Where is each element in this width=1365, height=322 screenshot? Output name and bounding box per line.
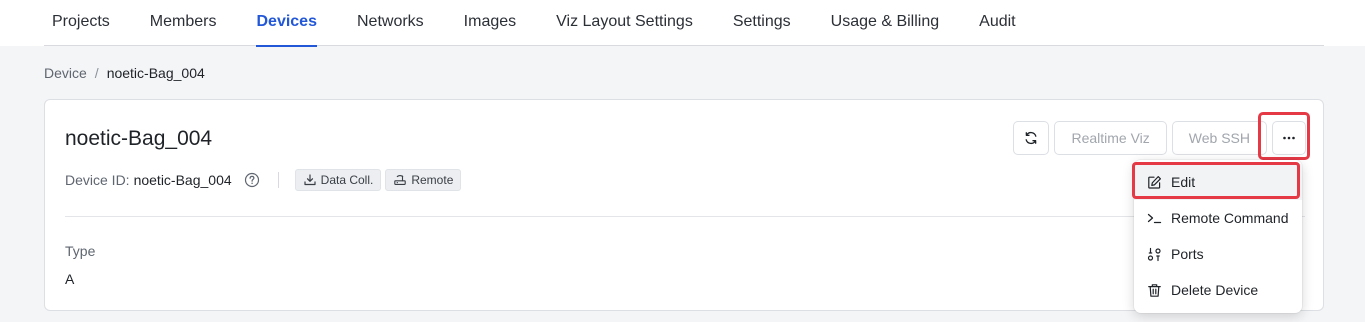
ports-icon xyxy=(1147,247,1162,262)
menu-item-ports[interactable]: Ports xyxy=(1134,236,1302,272)
device-card: noetic-Bag_004 Device ID: noetic-Bag_004… xyxy=(44,99,1324,311)
tab-members[interactable]: Members xyxy=(130,0,237,46)
device-id-label: Device ID: xyxy=(65,172,130,188)
device-id-value: noetic-Bag_004 xyxy=(133,172,232,188)
download-tray-icon xyxy=(304,174,316,186)
tag-label: Data Coll. xyxy=(320,173,374,187)
type-value: A xyxy=(65,271,75,287)
menu-item-delete-device[interactable]: Delete Device xyxy=(1134,272,1302,308)
device-actions: Realtime Viz Web SSH xyxy=(1013,121,1306,155)
tab-images[interactable]: Images xyxy=(444,0,536,46)
tab-usage-billing[interactable]: Usage & Billing xyxy=(811,0,960,46)
page-title: noetic-Bag_004 xyxy=(65,127,213,150)
meta-divider xyxy=(277,172,279,188)
tab-bar: Projects Members Devices Networks Images… xyxy=(44,0,1324,47)
device-meta-row: Device ID: noetic-Bag_004 Data Coll. Rem xyxy=(65,167,465,193)
menu-item-label: Ports xyxy=(1171,246,1204,262)
tab-devices[interactable]: Devices xyxy=(236,0,337,47)
menu-item-label: Edit xyxy=(1171,174,1196,190)
more-horizontal-icon xyxy=(1283,136,1295,140)
router-icon xyxy=(394,175,407,185)
terminal-icon xyxy=(1147,211,1162,226)
realtime-viz-button[interactable]: Realtime Viz xyxy=(1054,121,1167,155)
menu-item-label: Remote Command xyxy=(1171,210,1289,226)
menu-item-label: Delete Device xyxy=(1171,282,1259,298)
refresh-button[interactable] xyxy=(1013,121,1050,155)
type-label: Type xyxy=(65,243,96,259)
top-navigation: Projects Members Devices Networks Images… xyxy=(0,0,1365,47)
refresh-icon xyxy=(1026,131,1037,145)
divider xyxy=(65,216,1305,217)
help-icon[interactable] xyxy=(244,172,260,188)
breadcrumb-separator: / xyxy=(94,65,99,81)
tag-label: Remote xyxy=(411,173,454,187)
breadcrumb-device-link[interactable]: Device xyxy=(44,65,87,81)
tab-projects[interactable]: Projects xyxy=(44,0,130,46)
tag-data-collection: Data Coll. xyxy=(294,169,382,191)
tab-settings[interactable]: Settings xyxy=(713,0,811,46)
tab-viz-layout-settings[interactable]: Viz Layout Settings xyxy=(536,0,713,46)
web-ssh-button[interactable]: Web SSH xyxy=(1171,121,1267,155)
breadcrumb-current: noetic-Bag_004 xyxy=(106,65,205,81)
breadcrumb: Device / noetic-Bag_004 xyxy=(44,65,205,81)
tag-remote: Remote xyxy=(385,169,462,191)
menu-item-edit[interactable]: Edit xyxy=(1134,164,1302,200)
tab-audit[interactable]: Audit xyxy=(959,0,1035,46)
tab-networks[interactable]: Networks xyxy=(337,0,444,46)
edit-icon xyxy=(1147,175,1162,190)
menu-item-remote-command[interactable]: Remote Command xyxy=(1134,200,1302,236)
trash-icon xyxy=(1147,283,1162,298)
more-actions-button[interactable] xyxy=(1272,121,1306,155)
more-actions-menu: Edit Remote Command Ports Delete Device xyxy=(1134,160,1302,313)
